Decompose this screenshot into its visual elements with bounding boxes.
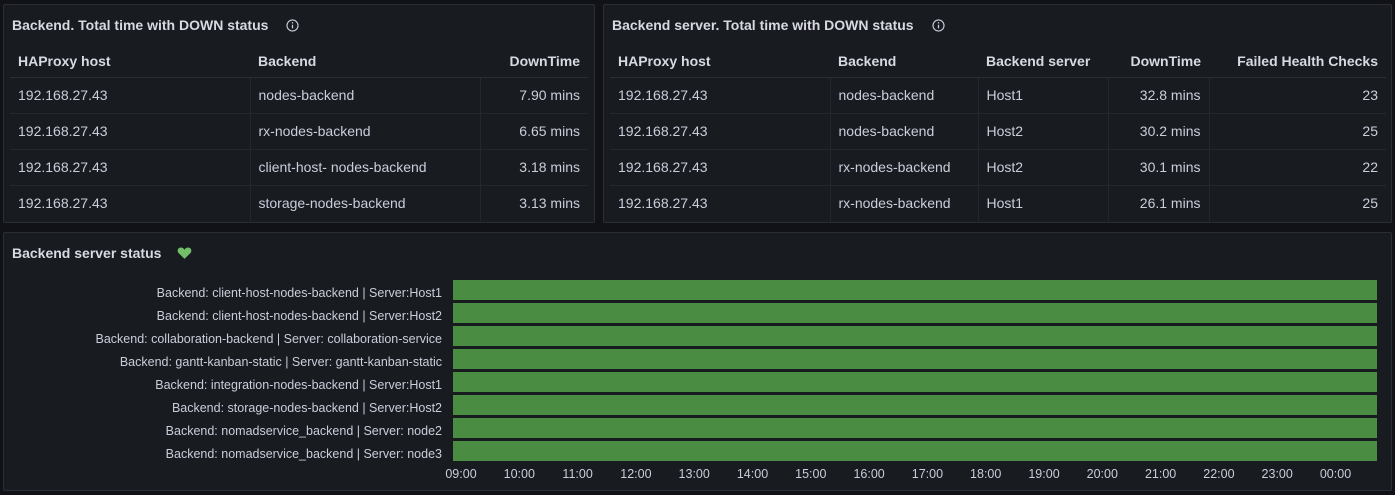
table-cell: 25: [1208, 185, 1386, 221]
panel-title[interactable]: Backend server status: [12, 245, 161, 261]
table-cell: 30.1 mins: [1107, 149, 1209, 186]
status-bar[interactable]: [453, 349, 1377, 369]
table-row[interactable]: 192.168.27.43 rx-nodes-backend Host2 30.1 m…: [610, 149, 1386, 186]
column-header-backend[interactable]: Backend: [830, 45, 978, 78]
panel-title[interactable]: Backend. Total time with DOWN status: [12, 17, 268, 33]
table-cell: 192.168.27.43: [610, 77, 830, 114]
table-cell: 192.168.27.43: [10, 113, 250, 150]
table-cell: 192.168.27.43: [610, 113, 830, 150]
backend-server-downtime-panel: Backend server. Total time with DOWN sta…: [603, 4, 1392, 223]
backend-downtime-table: HAProxy host Backend DownTime 192.168.27…: [10, 45, 588, 221]
timeline-bars: [453, 280, 1377, 464]
panel-header: Backend server. Total time with DOWN sta…: [612, 17, 945, 33]
table-cell: rx-nodes-backend: [829, 149, 978, 186]
table-cell: 192.168.27.43: [618, 195, 708, 212]
table-header-row: HAProxy host Backend Backend server Down…: [610, 45, 1386, 78]
time-axis: 09:00 10:00 11:00 12:00 13:00 14:00 15:00 16:00…: [445, 467, 1377, 487]
timeline-row-labels: Backend: client-host-nodes-backend | Ser…: [4, 282, 442, 466]
table-cell: Host2: [977, 113, 1108, 150]
table-cell: Host2: [977, 149, 1108, 186]
column-header-backend-server[interactable]: Backend server: [978, 45, 1108, 78]
timeline-row-label: Backend: client-host-nodes-backend | Ser…: [156, 309, 442, 323]
timeline-row-label: Backend: nomadservice_backend | Server: …: [165, 447, 442, 461]
time-axis-tick: 21:00: [1144, 467, 1177, 481]
heart-icon[interactable]: [177, 246, 192, 260]
table-cell: 7.90 mins: [479, 77, 588, 114]
status-bar[interactable]: [453, 372, 1377, 392]
table-cell: 3.13 mins: [479, 185, 588, 221]
table-cell: 192.168.27.43: [18, 195, 108, 212]
table-cell: 23: [1208, 77, 1386, 114]
time-axis-tick: 09:00: [445, 467, 477, 481]
table-cell: 192.168.27.43: [610, 149, 830, 186]
time-axis-tick: 23:00: [1261, 467, 1293, 481]
table-cell: nodes-backend: [249, 77, 480, 114]
time-axis-tick: 22:00: [1203, 467, 1235, 481]
table-cell: 3.18 mins: [479, 149, 588, 186]
status-bar[interactable]: [453, 326, 1377, 346]
column-header-haproxy-host[interactable]: HAProxy host: [10, 45, 250, 78]
table-header-row: HAProxy host Backend DownTime: [10, 45, 588, 78]
timeline-row-label: Backend: nomadservice_backend | Server: …: [165, 424, 442, 438]
time-axis-tick: 14:00: [736, 467, 769, 481]
info-icon[interactable]: [932, 18, 945, 32]
time-axis-tick: 13:00: [678, 467, 710, 481]
info-icon[interactable]: [286, 18, 300, 32]
table-cell: 30.2 mins: [1107, 113, 1209, 150]
status-bar[interactable]: [453, 441, 1377, 461]
time-axis-tick: 00:00: [1319, 467, 1352, 481]
time-axis-tick: 20:00: [1086, 467, 1118, 481]
time-axis-tick: 10:00: [503, 467, 535, 481]
time-axis-tick: 15:00: [795, 467, 827, 481]
panel-title[interactable]: Backend server. Total time with DOWN sta…: [612, 17, 914, 33]
table-row[interactable]: 192.168.27.43 client-host- nodes-backend 3…: [10, 149, 588, 186]
table-row[interactable]: 192.168.27.43 rx-nodes-backend Host1 26.1 m…: [610, 185, 1386, 221]
table-row[interactable]: 192.168.27.43 nodes-backend Host2 30.2 mins…: [610, 113, 1386, 150]
backend-downtime-panel: Backend. Total time with DOWN status HAP…: [3, 4, 595, 223]
status-bar[interactable]: [453, 280, 1377, 300]
time-axis-tick: 11:00: [562, 467, 593, 481]
table-cell: 22: [1208, 149, 1386, 186]
backend-server-status-panel: Backend server status Backend: client-ho…: [3, 232, 1392, 491]
table-cell: 192.168.27.43: [10, 149, 250, 186]
table-cell: 26.1 mins: [1107, 185, 1209, 221]
status-bar[interactable]: [453, 303, 1377, 323]
backend-server-downtime-table: HAProxy host Backend Backend server Down…: [610, 45, 1386, 221]
table-cell: client-host- nodes-backend: [249, 149, 480, 186]
table-row[interactable]: 192.168.27.43 nodes-backend 7.90 mins: [10, 77, 588, 114]
status-bar[interactable]: [453, 395, 1377, 415]
table-cell: nodes-backend: [829, 77, 978, 114]
table-cell: Host1: [977, 185, 1108, 221]
status-bar[interactable]: [453, 418, 1377, 438]
table-cell: storage-nodes-backend: [249, 185, 480, 221]
panel-header: Backend. Total time with DOWN status: [12, 17, 300, 33]
time-axis-tick: 12:00: [620, 467, 652, 481]
table-row[interactable]: 192.168.27.43 rx-nodes-backend 6.65 mins: [10, 113, 588, 150]
column-header-haproxy-host[interactable]: HAProxy host: [610, 45, 830, 78]
timeline-row-label: Backend: collaboration-backend | Server:…: [95, 332, 442, 346]
table-cell: 32.8 mins: [1107, 77, 1209, 114]
timeline-row-label: Backend: storage-nodes-backend | Server:…: [171, 401, 442, 415]
table-cell: 192.168.27.43: [10, 77, 250, 114]
table-cell: rx-nodes-backend: [249, 113, 480, 150]
time-axis-tick: 17:00: [911, 467, 944, 481]
table-cell: nodes-backend: [829, 113, 978, 150]
time-axis-tick: 16:00: [853, 467, 885, 481]
table-cell: Host1: [977, 77, 1108, 114]
column-header-downtime[interactable]: DownTime: [1108, 45, 1209, 78]
column-header-failed-health-checks[interactable]: Failed Health Checks: [1209, 45, 1386, 78]
timeline-row-label: Backend: integration-nodes-backend | Ser…: [155, 378, 442, 392]
table-row[interactable]: 192.168.27.43 nodes-backend Host1 32.8 mins…: [610, 77, 1386, 114]
column-header-downtime[interactable]: DownTime: [480, 45, 588, 78]
timeline-row-label: Backend: gantt-kanban-static | Server: g…: [119, 355, 442, 369]
table-row[interactable]: 192.168.27.43 storage-nodes-backend 3.13 m…: [10, 185, 588, 221]
column-header-backend[interactable]: Backend: [250, 45, 480, 78]
table-cell: 25: [1208, 113, 1386, 150]
time-axis-tick: 19:00: [1028, 467, 1060, 481]
table-cell: rx-nodes-backend: [829, 185, 978, 221]
time-axis-tick: 18:00: [970, 467, 1002, 481]
table-cell: 6.65 mins: [479, 113, 588, 150]
panel-header: Backend server status: [12, 245, 192, 261]
timeline-row-label: Backend: client-host-nodes-backend | Ser…: [156, 286, 442, 300]
